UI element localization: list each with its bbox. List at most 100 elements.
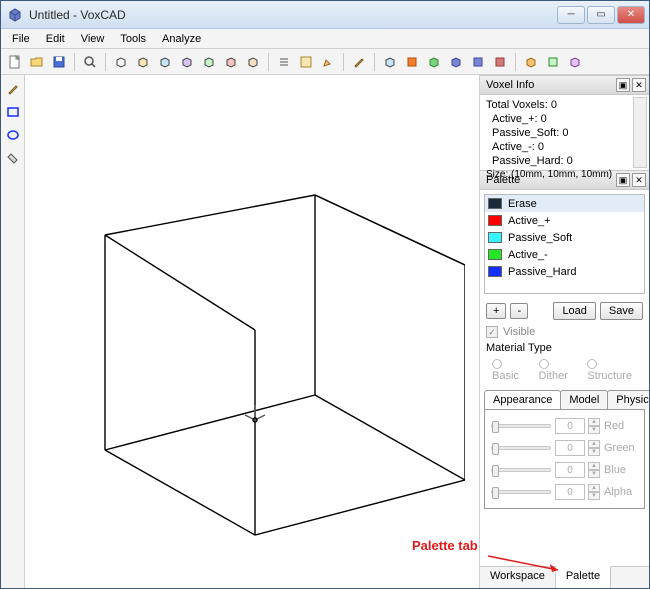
pencil-toggle-button[interactable] [349, 52, 369, 72]
voxel-info-title: Voxel Info [483, 79, 614, 91]
red-label: Red [604, 420, 624, 432]
overlay-button-6[interactable] [490, 52, 510, 72]
analyze-button-2[interactable] [543, 52, 563, 72]
material-label: Erase [508, 198, 537, 210]
bottom-tab-palette[interactable]: Palette [556, 566, 611, 588]
material-item-passive-hard[interactable]: Passive_Hard [485, 263, 644, 280]
save-palette-button[interactable]: Save [600, 302, 643, 320]
green-slider[interactable] [491, 446, 551, 450]
remove-material-button[interactable]: - [510, 303, 528, 319]
radio-basic[interactable]: Basic [492, 358, 531, 382]
voxel-info-line: Passive_Soft: 0 [486, 126, 646, 140]
voxel-info-line: Total Voxels: 0 [486, 98, 646, 112]
material-item-passive-soft[interactable]: Passive_Soft [485, 229, 644, 246]
analyze-button-1[interactable] [521, 52, 541, 72]
view-front-button[interactable] [221, 52, 241, 72]
blue-slider[interactable] [491, 468, 551, 472]
swatch-icon [488, 266, 502, 277]
ellipse-tool-button[interactable] [3, 125, 23, 145]
view-bottom-button[interactable] [155, 52, 175, 72]
view-list-button[interactable] [274, 52, 294, 72]
menu-analyze[interactable]: Analyze [155, 31, 208, 47]
edit-toggle-button[interactable] [318, 52, 338, 72]
visible-label: Visible [503, 326, 535, 338]
tab-model[interactable]: Model [560, 390, 608, 409]
view-perspective-button[interactable] [111, 52, 131, 72]
spin-up-icon[interactable]: ▲ [588, 418, 600, 426]
rectangle-tool-button[interactable] [3, 102, 23, 122]
spin-up-icon[interactable]: ▲ [588, 462, 600, 470]
spin-up-icon[interactable]: ▲ [588, 484, 600, 492]
material-label: Passive_Hard [508, 266, 576, 278]
panel-close-icon[interactable]: ✕ [632, 78, 646, 92]
material-list[interactable]: Erase Active_+ Passive_Soft Active_- [484, 194, 645, 294]
viewport[interactable] [25, 75, 479, 588]
menu-file[interactable]: File [5, 31, 37, 47]
swatch-icon [488, 215, 502, 226]
alpha-slider[interactable] [491, 490, 551, 494]
overlay-button-4[interactable] [446, 52, 466, 72]
open-file-button[interactable] [27, 52, 47, 72]
pencil-tool-button[interactable] [3, 79, 23, 99]
spin-down-icon[interactable]: ▼ [588, 448, 600, 456]
load-palette-button[interactable]: Load [553, 302, 595, 320]
panel-float-icon[interactable]: ▣ [616, 78, 630, 92]
voxel-info-header[interactable]: Voxel Info ▣ ✕ [480, 75, 649, 95]
new-file-button[interactable] [5, 52, 25, 72]
view-right-button[interactable] [199, 52, 219, 72]
toolbar-separator [374, 53, 375, 71]
radio-dither[interactable]: Dither [539, 358, 580, 382]
analyze-button-3[interactable] [565, 52, 585, 72]
tab-appearance[interactable]: Appearance [484, 390, 561, 409]
bottom-tab-workspace[interactable]: Workspace [480, 566, 556, 588]
material-item-active-plus[interactable]: Active_+ [485, 212, 644, 229]
view-top-button[interactable] [133, 52, 153, 72]
save-file-button[interactable] [49, 52, 69, 72]
appearance-tab-body: 0 ▲▼ Red 0 ▲▼ Green 0 ▲▼ Blue [484, 409, 645, 509]
minimize-button[interactable]: ─ [557, 6, 585, 24]
voxel-info-size: Size: (10mm, 10mm, 10mm) [486, 168, 646, 182]
view-left-button[interactable] [177, 52, 197, 72]
toolbar-separator [515, 53, 516, 71]
palette-body: Erase Active_+ Passive_Soft Active_- [480, 190, 649, 588]
green-value[interactable]: 0 [555, 440, 585, 456]
overlay-button-3[interactable] [424, 52, 444, 72]
alpha-value[interactable]: 0 [555, 484, 585, 500]
material-item-active-minus[interactable]: Active_- [485, 246, 644, 263]
tab-physical[interactable]: Physical [607, 390, 649, 409]
spin-down-icon[interactable]: ▼ [588, 492, 600, 500]
blue-value[interactable]: 0 [555, 462, 585, 478]
overlay-button-1[interactable] [380, 52, 400, 72]
green-label: Green [604, 442, 635, 454]
overlay-button-5[interactable] [468, 52, 488, 72]
maximize-button[interactable]: ▭ [587, 6, 615, 24]
scrollbar[interactable] [633, 97, 647, 168]
toolbar-separator [343, 53, 344, 71]
menu-edit[interactable]: Edit [39, 31, 72, 47]
alpha-label: Alpha [604, 486, 632, 498]
add-material-button[interactable]: + [486, 303, 506, 319]
menu-tools[interactable]: Tools [113, 31, 153, 47]
titlebar: Untitled - VoxCAD ─ ▭ ✕ [1, 1, 649, 29]
spin-down-icon[interactable]: ▼ [588, 470, 600, 478]
main-toolbar [1, 49, 649, 75]
menu-view[interactable]: View [74, 31, 112, 47]
info-button[interactable] [296, 52, 316, 72]
material-type-label: Material Type [486, 342, 643, 354]
spin-up-icon[interactable]: ▲ [588, 440, 600, 448]
toolbar-separator [268, 53, 269, 71]
material-item-erase[interactable]: Erase [485, 195, 644, 212]
material-label: Active_- [508, 249, 548, 261]
spin-down-icon[interactable]: ▼ [588, 426, 600, 434]
radio-structure[interactable]: Structure [587, 358, 643, 382]
visible-checkbox-row[interactable]: ✓ Visible [480, 324, 649, 340]
zoom-fit-button[interactable] [80, 52, 100, 72]
check-icon: ✓ [486, 326, 498, 338]
red-slider[interactable] [491, 424, 551, 428]
red-value[interactable]: 0 [555, 418, 585, 434]
close-button[interactable]: ✕ [617, 6, 645, 24]
menubar: File Edit View Tools Analyze [1, 29, 649, 49]
overlay-button-2[interactable] [402, 52, 422, 72]
bucket-tool-button[interactable] [3, 148, 23, 168]
view-back-button[interactable] [243, 52, 263, 72]
